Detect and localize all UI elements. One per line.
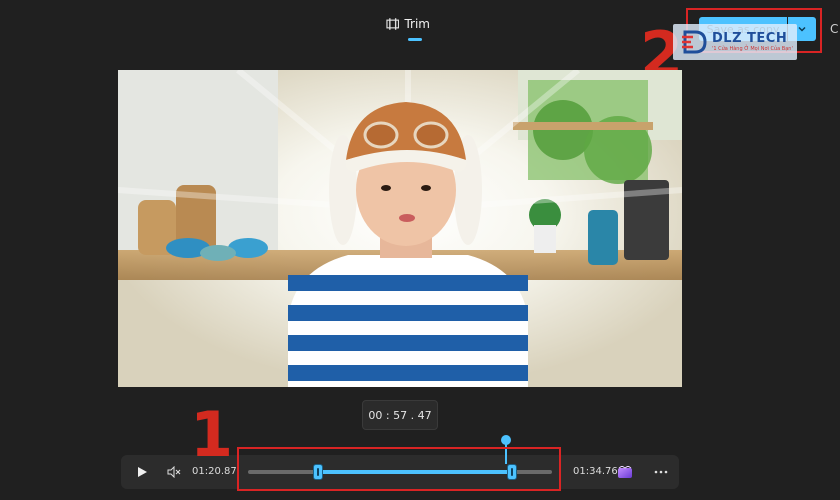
clipchamp-icon [618,466,632,478]
mute-icon [167,466,181,478]
more-options-button[interactable] [649,462,673,482]
tab-trim-label: Trim [404,17,430,31]
tab-trim[interactable]: Trim [386,14,430,42]
trim-end-time: 01:34.76 [573,466,618,477]
highlight-box-timeline [237,447,561,491]
video-preview[interactable] [118,70,682,387]
watermark-subtitle: '1 Cửa Hàng Ở Mọi Nơi Của Bạn' [712,45,793,52]
active-tab-indicator [408,38,422,41]
play-icon [138,467,147,477]
current-time-readout: 00 : 57 . 47 [362,400,438,430]
watermark-title: DLZ TECH [712,30,788,46]
watermark-logo: DLZ TECH '1 Cửa Hàng Ở Mọi Nơi Của Bạn' [673,24,797,60]
annotation-number-1: 1 [190,398,234,471]
trim-icon [386,18,400,30]
open-in-clipchamp-button[interactable] [615,462,635,482]
mute-button[interactable] [161,459,187,485]
play-button[interactable] [129,459,155,485]
video-frame-image [118,70,682,387]
close-editor-button[interactable]: C [830,17,840,41]
dlz-logo-icon [682,30,707,54]
more-icon [654,470,668,474]
playhead-knob[interactable] [501,435,512,445]
